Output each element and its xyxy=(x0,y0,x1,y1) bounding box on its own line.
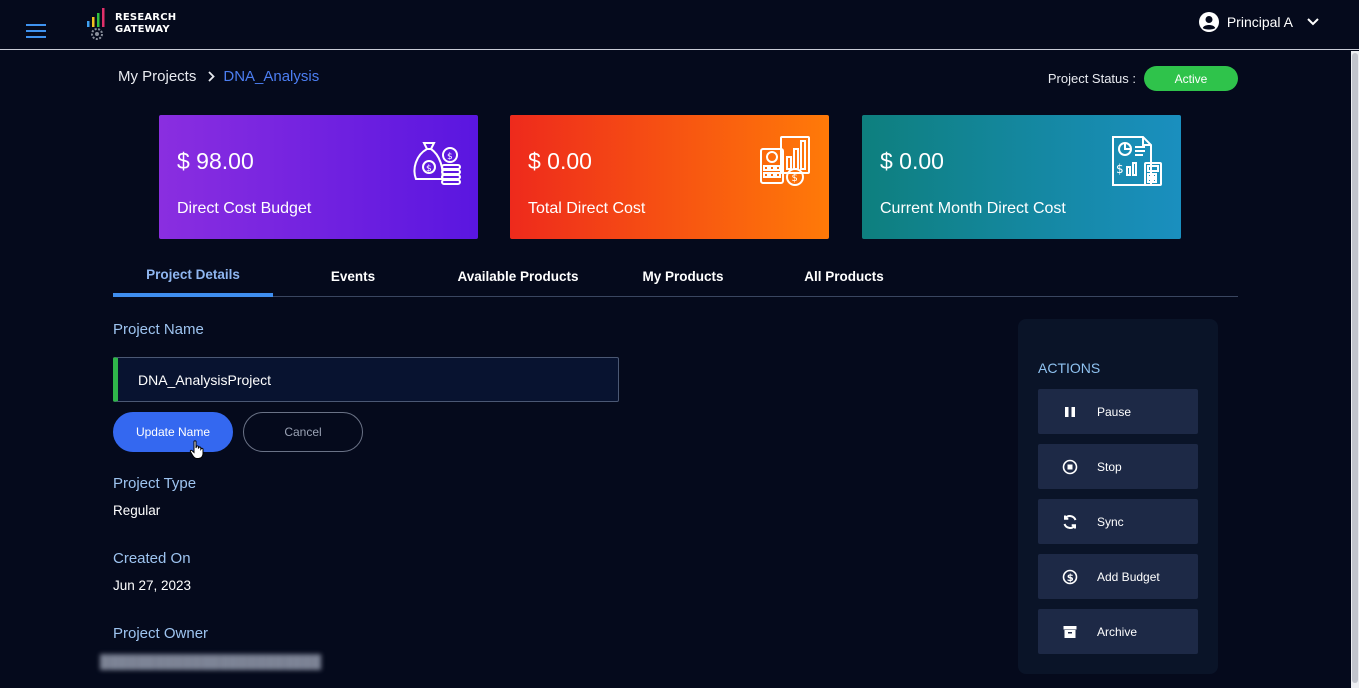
pause-icon xyxy=(1062,404,1078,420)
archive-button[interactable]: Archive xyxy=(1038,609,1198,654)
svg-text:$: $ xyxy=(447,152,453,162)
sync-icon xyxy=(1062,514,1078,530)
current-month-direct-cost-card: $ 0.00 Current Month Direct Cost $ xyxy=(862,115,1181,239)
tab-my-products[interactable]: My Products xyxy=(623,255,743,297)
status-badge: Active xyxy=(1144,66,1238,91)
project-tabs: Project Details Events Available Product… xyxy=(113,255,1238,297)
card-label: Total Direct Cost xyxy=(528,200,646,217)
card-value: $ 0.00 xyxy=(528,148,592,174)
breadcrumb-my-projects[interactable]: My Projects xyxy=(118,68,196,85)
project-name-input[interactable] xyxy=(113,357,619,402)
pause-button[interactable]: Pause xyxy=(1038,389,1198,434)
status-label: Project Status : xyxy=(1047,71,1136,86)
created-on-label: Created On xyxy=(113,550,191,567)
svg-text:$: $ xyxy=(426,164,432,174)
sync-button[interactable]: Sync xyxy=(1038,499,1198,544)
menu-icon[interactable] xyxy=(26,24,46,40)
top-bar: RESEARCH GATEWAY Principal A xyxy=(0,0,1359,50)
action-label: Stop xyxy=(1097,459,1122,474)
card-value: $ 0.00 xyxy=(880,148,944,174)
action-label: Archive xyxy=(1097,624,1138,639)
dollar-icon: $ xyxy=(1062,569,1078,585)
direct-cost-budget-card: $ 98.00 Direct Cost Budget $ $ xyxy=(159,115,478,239)
breadcrumb-current: DNA_Analysis xyxy=(223,68,320,85)
app-logo[interactable]: RESEARCH GATEWAY xyxy=(85,7,176,41)
scrollbar-thumb[interactable] xyxy=(1352,53,1358,683)
project-owner-label: Project Owner xyxy=(113,625,209,642)
stop-button[interactable]: Stop xyxy=(1038,444,1198,489)
user-name: Principal A xyxy=(1226,14,1293,30)
cancel-button[interactable]: Cancel xyxy=(243,412,363,452)
tab-all-products[interactable]: All Products xyxy=(783,255,905,297)
project-status: Project Status : Active xyxy=(1048,66,1238,91)
stop-icon xyxy=(1062,459,1078,475)
report-icon: $ xyxy=(1112,136,1162,186)
calculator-chart-icon: $ xyxy=(760,136,810,186)
project-name-label: Project Name xyxy=(113,321,204,338)
action-label: Add Budget xyxy=(1097,569,1160,584)
logo-line-2: GATEWAY xyxy=(115,24,170,35)
page-scrollbar[interactable] xyxy=(1351,51,1359,688)
breadcrumb: My Projects DNA_Analysis xyxy=(118,68,319,85)
created-on-value: Jun 27, 2023 xyxy=(113,578,192,593)
tab-project-details[interactable]: Project Details xyxy=(113,255,273,297)
user-avatar-icon xyxy=(1198,12,1219,32)
hand-cursor-icon xyxy=(189,440,204,459)
tab-events[interactable]: Events xyxy=(303,255,403,297)
user-menu[interactable]: Principal A xyxy=(1198,12,1319,32)
action-label: Pause xyxy=(1097,404,1132,419)
project-owner-value-redacted: ████████████████████████ xyxy=(100,654,322,669)
tab-available-products[interactable]: Available Products xyxy=(443,255,593,297)
action-label: Sync xyxy=(1097,514,1124,529)
card-label: Current Month Direct Cost xyxy=(880,200,1066,217)
add-budget-button[interactable]: $ Add Budget xyxy=(1038,554,1198,599)
svg-text:$: $ xyxy=(1067,573,1074,584)
svg-text:$: $ xyxy=(1116,162,1124,176)
actions-panel: ACTIONS Pause Stop Sync $ Add Budget Arc… xyxy=(1018,319,1218,674)
chevron-right-icon xyxy=(208,71,216,82)
total-direct-cost-card: $ 0.00 Total Direct Cost $ xyxy=(510,115,829,239)
chevron-down-icon xyxy=(1307,18,1319,26)
project-type-value: Regular xyxy=(113,503,161,518)
card-value: $ 98.00 xyxy=(177,148,254,174)
update-name-button[interactable]: Update Name xyxy=(113,412,233,452)
project-type-label: Project Type xyxy=(113,475,197,492)
money-bag-icon: $ $ xyxy=(413,142,461,185)
actions-title: ACTIONS xyxy=(1038,360,1101,376)
svg-text:$: $ xyxy=(792,173,798,184)
archive-icon xyxy=(1062,624,1078,640)
card-label: Direct Cost Budget xyxy=(177,200,312,217)
logo-line-1: RESEARCH xyxy=(115,12,177,23)
logo-bars-icon xyxy=(87,8,105,40)
